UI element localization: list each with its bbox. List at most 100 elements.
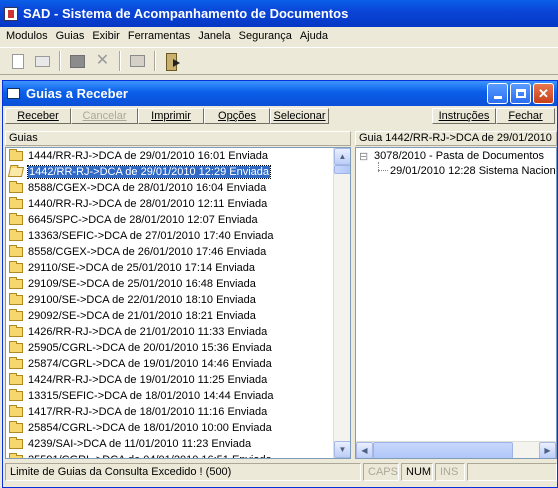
menu-modulos[interactable]: Modulos (2, 30, 52, 42)
status-empty-cell (467, 463, 557, 481)
list-item[interactable]: 1440/RR-RJ->DCA de 28/01/2010 12:11 Envi… (6, 196, 334, 212)
minimize-button[interactable] (487, 83, 508, 104)
print-button[interactable] (126, 50, 149, 73)
arrow-left-icon: ◀ (361, 446, 368, 455)
list-item[interactable]: 25854/CGRL->DCA de 18/01/2010 10:00 Envi… (6, 420, 334, 436)
list-item[interactable]: 6645/SPC->DCA de 28/01/2010 12:07 Enviad… (6, 212, 334, 228)
folder-icon (9, 437, 23, 449)
fechar-button[interactable]: Fechar (496, 108, 555, 124)
tree-horizontal-scrollbar[interactable]: ◀ ▶ (356, 441, 556, 458)
tree-child-node[interactable]: 29/01/2010 12:28 Sistema Nacional (390, 165, 556, 177)
list-item[interactable]: 8558/CGEX->DCA de 26/01/2010 17:46 Envia… (6, 244, 334, 260)
guias-list[interactable]: 1444/RR-RJ->DCA de 29/01/2010 16:01 Envi… (5, 147, 351, 459)
scroll-thumb[interactable] (373, 442, 513, 458)
maximize-icon (515, 89, 526, 98)
list-item-label: 8558/CGEX->DCA de 26/01/2010 17:46 Envia… (28, 246, 267, 258)
folder-icon (9, 277, 23, 289)
delete-icon: ✕ (95, 52, 110, 69)
list-item[interactable]: 29092/SE->DCA de 21/01/2010 18:21 Enviad… (6, 308, 334, 324)
list-item-label: 25874/CGRL->DCA de 19/01/2010 14:46 Envi… (28, 358, 272, 370)
exit-button[interactable] (161, 50, 184, 73)
scroll-thumb[interactable] (334, 165, 350, 174)
folder-icon (9, 149, 23, 161)
close-button[interactable]: ✕ (533, 83, 554, 104)
menu-exibir[interactable]: Exibir (88, 30, 124, 42)
open-icon (35, 55, 50, 67)
menu-ajuda[interactable]: Ajuda (296, 30, 332, 42)
toolbar-separator (59, 51, 61, 71)
list-item-label: 6645/SPC->DCA de 28/01/2010 12:07 Enviad… (28, 214, 258, 226)
folder-icon (9, 229, 23, 241)
list-item[interactable]: 8588/CGEX->DCA de 28/01/2010 16:04 Envia… (6, 180, 334, 196)
action-button-row: Receber Cancelar Imprimir Opções Selecio… (5, 108, 555, 124)
scroll-right-button[interactable]: ▶ (539, 442, 556, 458)
menu-seguranca[interactable]: Segurança (235, 30, 296, 42)
receber-button[interactable]: Receber (5, 108, 71, 124)
delete-button[interactable]: ✕ (91, 50, 114, 73)
folder-icon (9, 293, 23, 305)
list-item[interactable]: 1424/RR-RJ->DCA de 19/01/2010 11:25 Envi… (6, 372, 334, 388)
list-item[interactable]: 29110/SE->DCA de 25/01/2010 17:14 Enviad… (6, 260, 334, 276)
list-item-label: 29100/SE->DCA de 22/01/2010 18:10 Enviad… (28, 294, 256, 306)
guias-rows: 1444/RR-RJ->DCA de 29/01/2010 16:01 Envi… (6, 148, 334, 458)
tree-root-node[interactable]: 3078/2010 - Pasta de Documentos (374, 150, 544, 162)
guias-header: Guias (5, 131, 351, 146)
folder-icon (9, 373, 23, 385)
list-item[interactable]: 29100/SE->DCA de 22/01/2010 18:10 Enviad… (6, 292, 334, 308)
folder-icon (9, 389, 23, 401)
list-item-label: 29110/SE->DCA de 25/01/2010 17:14 Enviad… (28, 262, 255, 274)
open-button[interactable] (31, 50, 54, 73)
scroll-up-button[interactable]: ▲ (334, 148, 350, 165)
list-item[interactable]: 1444/RR-RJ->DCA de 29/01/2010 16:01 Envi… (6, 148, 334, 164)
list-item[interactable]: 1417/RR-RJ->DCA de 18/01/2010 11:16 Envi… (6, 404, 334, 420)
new-document-button[interactable] (6, 50, 29, 73)
list-item-label: 1442/RR-RJ->DCA de 29/01/2010 12:29 Envi… (26, 165, 272, 179)
list-item-label: 1424/RR-RJ->DCA de 19/01/2010 11:25 Envi… (28, 374, 268, 386)
ins-indicator: INS (435, 463, 465, 481)
toolbar-separator (154, 51, 156, 71)
list-item-label: 1417/RR-RJ->DCA de 18/01/2010 11:16 Envi… (28, 406, 268, 418)
list-item[interactable]: 13363/SEFIC->DCA de 27/01/2010 17:40 Env… (6, 228, 334, 244)
folder-icon (9, 309, 23, 321)
list-item[interactable]: 13315/SEFIC->DCA de 18/01/2010 14:44 Env… (6, 388, 334, 404)
list-item[interactable]: 25905/CGRL->DCA de 20/01/2010 15:36 Envi… (6, 340, 334, 356)
status-message: Limite de Guias da Consulta Excedido ! (… (5, 463, 361, 481)
folder-icon (9, 405, 23, 417)
window-title: Guias a Receber (26, 86, 128, 101)
tree-connector (378, 170, 388, 171)
list-item-label: 29109/SE->DCA de 25/01/2010 16:48 Enviad… (28, 278, 256, 290)
folder-open-icon (7, 167, 25, 177)
list-item[interactable]: 25591/CGRL->DCA de 04/01/2010 16:51 Envi… (6, 452, 334, 458)
arrow-up-icon: ▲ (338, 152, 347, 161)
imprimir-button[interactable]: Imprimir (138, 108, 204, 124)
folder-icon (9, 213, 23, 225)
list-item[interactable]: 4239/SAI->DCA de 11/01/2010 11:23 Enviad… (6, 436, 334, 452)
close-icon: ✕ (538, 86, 549, 101)
folder-icon (9, 341, 23, 353)
window-title-bar[interactable]: Guias a Receber ✕ (3, 81, 557, 106)
list-item[interactable]: 29109/SE->DCA de 25/01/2010 16:48 Enviad… (6, 276, 334, 292)
opcoes-button[interactable]: Opções (204, 108, 270, 124)
menu-guias[interactable]: Guias (52, 30, 89, 42)
list-item-label: 4239/SAI->DCA de 11/01/2010 11:23 Enviad… (28, 438, 252, 450)
tree-collapse-icon[interactable]: ⊟ (359, 150, 368, 163)
menu-janela[interactable]: Janela (194, 30, 234, 42)
guias-vertical-scrollbar[interactable]: ▲ ▼ (333, 148, 350, 458)
list-item[interactable]: 25874/CGRL->DCA de 19/01/2010 14:46 Envi… (6, 356, 334, 372)
maximize-button[interactable] (510, 83, 531, 104)
minimize-icon (493, 96, 502, 99)
folder-icon (9, 325, 23, 337)
list-item[interactable]: 1426/RR-RJ->DCA de 21/01/2010 11:33 Envi… (6, 324, 334, 340)
stop-button[interactable] (66, 50, 89, 73)
cancelar-button[interactable]: Cancelar (71, 108, 138, 124)
button-row-spacer (329, 108, 432, 124)
scroll-down-button[interactable]: ▼ (334, 441, 350, 458)
scroll-left-button[interactable]: ◀ (356, 442, 373, 458)
instrucoes-button[interactable]: Instruções (432, 108, 496, 124)
exit-door-icon (165, 53, 180, 71)
guia-detail-tree[interactable]: ⊟ 3078/2010 - Pasta de Documentos 29/01/… (355, 147, 557, 459)
selecionar-button[interactable]: Selecionar (270, 108, 329, 124)
menu-ferramentas[interactable]: Ferramentas (124, 30, 194, 42)
list-item[interactable]: 1442/RR-RJ->DCA de 29/01/2010 12:29 Envi… (6, 164, 334, 180)
app-title: SAD - Sistema de Acompanhamento de Docum… (23, 6, 349, 21)
